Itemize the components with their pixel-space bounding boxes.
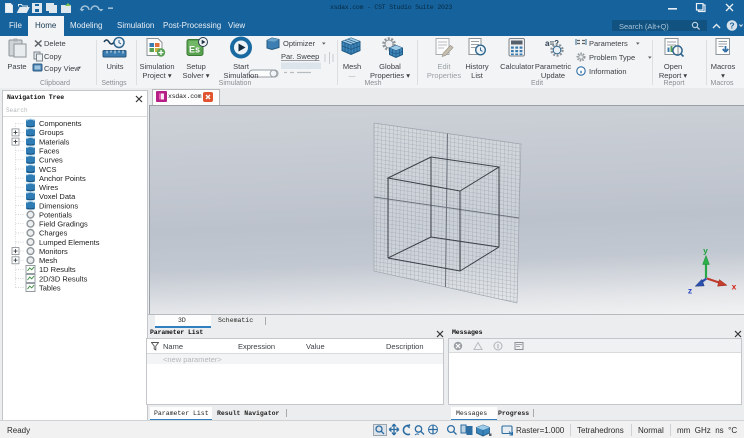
svg-text:Lumped Elements: Lumped Elements xyxy=(39,238,100,247)
svg-text:Mesh: Mesh xyxy=(39,256,57,265)
svg-text:x: x xyxy=(732,282,737,292)
svg-text:Faces: Faces xyxy=(39,147,60,156)
svg-text:Components: Components xyxy=(39,119,82,128)
svg-text:Field Gradings: Field Gradings xyxy=(39,220,88,229)
svg-text:Anchor Points: Anchor Points xyxy=(39,174,86,183)
svg-text:Curves: Curves xyxy=(39,156,63,165)
svg-text:Voxel Data: Voxel Data xyxy=(39,192,76,201)
svg-text:?: ? xyxy=(729,20,734,30)
svg-text:Potentials: Potentials xyxy=(39,210,72,219)
svg-text:z: z xyxy=(688,286,692,296)
svg-text:Es: Es xyxy=(189,45,200,55)
svg-text:Materials: Materials xyxy=(39,137,70,146)
svg-text:Monitors: Monitors xyxy=(39,247,68,256)
svg-text:WCS: WCS xyxy=(39,165,57,174)
svg-text:Wires: Wires xyxy=(39,183,58,192)
svg-text:Groups: Groups xyxy=(39,128,64,137)
svg-text:y: y xyxy=(703,246,708,256)
svg-text:Tables: Tables xyxy=(39,283,61,292)
svg-text:1D Results: 1D Results xyxy=(39,265,76,274)
svg-text:Dimensions: Dimensions xyxy=(39,201,78,210)
svg-text:2D/3D Results: 2D/3D Results xyxy=(39,274,88,283)
svg-text:Charges: Charges xyxy=(39,229,68,238)
